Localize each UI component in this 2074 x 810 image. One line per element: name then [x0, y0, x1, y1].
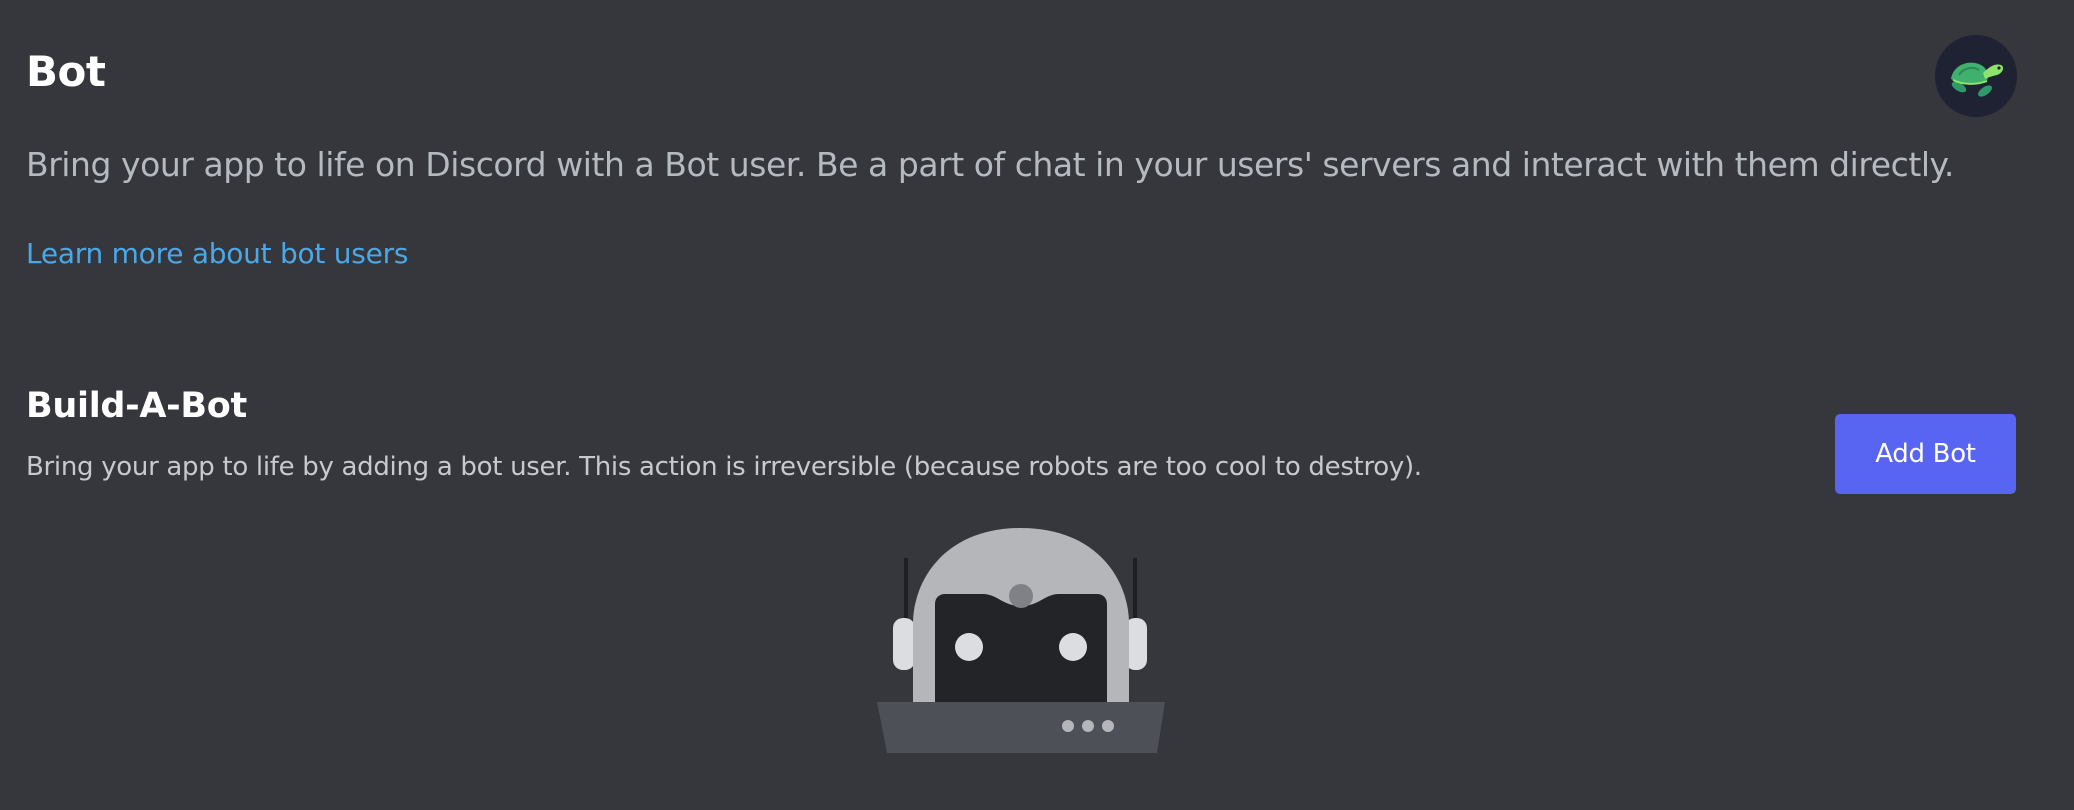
user-avatar[interactable]	[1935, 35, 2017, 117]
add-bot-button[interactable]: Add Bot	[1835, 414, 2016, 494]
turtle-icon	[1935, 35, 2017, 117]
page-title: Bot	[26, 47, 106, 96]
robot-illustration	[875, 520, 1175, 760]
build-a-bot-title: Build-A-Bot	[26, 386, 247, 426]
learn-more-bot-users-link[interactable]: Learn more about bot users	[26, 234, 408, 274]
bot-settings-page: Bot Bring your app to life on Discord wi…	[0, 0, 2074, 810]
page-description: Bring your app to life on Discord with a…	[26, 145, 1954, 184]
build-a-bot-description: Bring your app to life by adding a bot u…	[26, 452, 1422, 482]
